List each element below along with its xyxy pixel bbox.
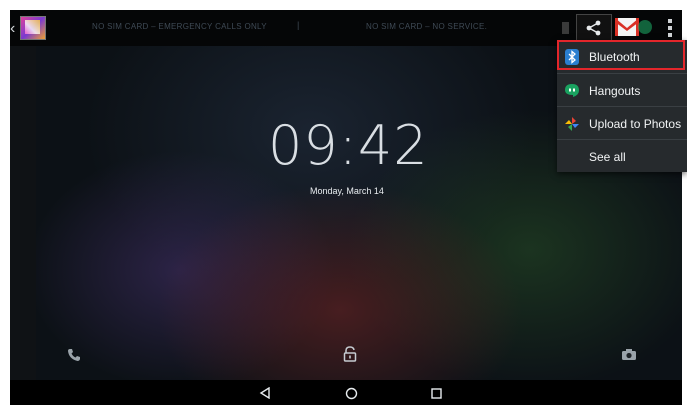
menu-item-see-all[interactable]: See all: [557, 140, 687, 173]
menu-item-label: Hangouts: [589, 83, 641, 98]
recents-square-icon: [430, 387, 442, 399]
menu-item-hangouts[interactable]: Hangouts: [557, 74, 687, 107]
home-nav-button[interactable]: [342, 384, 360, 402]
sim-status-left: NO SIM CARD – EMERGENCY CALLS ONLY: [92, 22, 267, 31]
share-button[interactable]: [576, 14, 612, 42]
hangouts-status-icon[interactable]: [638, 20, 652, 34]
gmail-icon[interactable]: [615, 18, 639, 36]
menu-item-label: See all: [589, 149, 626, 164]
photos-icon: [563, 115, 581, 133]
unlock-icon[interactable]: [343, 346, 357, 362]
lockscreen-date: Monday, March 14: [310, 186, 384, 196]
status-separator: |: [297, 20, 300, 30]
share-icon: [586, 20, 601, 36]
back-nav-button[interactable]: [256, 384, 274, 402]
navigation-bar: [10, 380, 682, 405]
back-triangle-icon: [259, 387, 270, 399]
gallery-thumbnail[interactable]: [20, 16, 46, 40]
left-edge-strip: [10, 10, 36, 380]
battery-icon: [562, 22, 569, 34]
home-circle-icon: [345, 387, 357, 399]
lockscreen-clock: 09:42: [268, 114, 429, 177]
menu-item-label: Upload to Photos: [589, 116, 682, 131]
bluetooth-highlight-box: [557, 40, 685, 70]
menu-item-upload-photos[interactable]: Upload to Photos: [557, 107, 687, 140]
hangouts-icon: [563, 82, 581, 100]
phone-icon[interactable]: [67, 348, 81, 362]
sim-status-right: NO SIM CARD – NO SERVICE.: [366, 22, 488, 31]
overflow-menu-icon[interactable]: [668, 19, 674, 37]
camera-icon[interactable]: [621, 348, 637, 361]
chevron-left-icon[interactable]: ‹: [10, 20, 15, 38]
recents-nav-button[interactable]: [427, 384, 445, 402]
